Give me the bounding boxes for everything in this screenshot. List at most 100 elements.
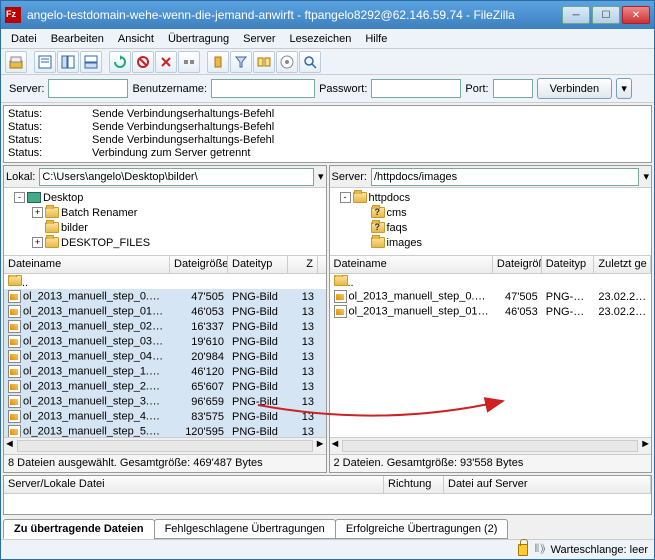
process-queue-icon[interactable] <box>132 51 154 73</box>
toggle-tree-icon[interactable] <box>57 51 79 73</box>
col-mod[interactable]: Zuletzt ge <box>594 256 651 273</box>
remote-label: Server: <box>332 171 367 183</box>
tab-queued[interactable]: Zu übertragende Dateien <box>3 519 155 539</box>
cancel-icon[interactable] <box>155 51 177 73</box>
titlebar[interactable]: angelo-testdomain-wehe-wenn-die-jemand-a… <box>1 1 654 29</box>
col-localfile[interactable]: Server/Lokale Datei <box>4 476 384 493</box>
menu-ansicht[interactable]: Ansicht <box>112 31 160 47</box>
local-list-header[interactable]: Dateiname Dateigröße Dateityp Z <box>4 256 326 274</box>
user-label: Benutzername: <box>132 83 207 95</box>
remote-file-list[interactable]: .. ol_2013_manuell_step_0.png 47'505 PNG… <box>330 274 652 437</box>
menu-datei[interactable]: Datei <box>5 31 43 47</box>
local-tree[interactable]: -Desktop+Batch Renamerbilder+DESKTOP_FIL… <box>4 188 326 256</box>
file-row[interactable]: ol_2013_manuell_step_5.png 120'595 PNG-B… <box>4 424 326 437</box>
toggle-log-icon[interactable] <box>34 51 56 73</box>
toolbar <box>1 49 654 75</box>
local-path-input[interactable] <box>39 168 314 186</box>
file-row[interactable]: ol_2013_manuell_step_01.png 46'053 PNG-B… <box>4 304 326 319</box>
window-title: angelo-testdomain-wehe-wenn-die-jemand-a… <box>27 8 562 22</box>
toggle-queue-icon[interactable] <box>80 51 102 73</box>
username-input[interactable] <box>211 79 315 98</box>
chevron-down-icon[interactable]: ▾ <box>643 170 649 183</box>
tab-successful[interactable]: Erfolgreiche Übertragungen (2) <box>335 519 509 539</box>
file-row[interactable]: ol_2013_manuell_step_1.png 46'120 PNG-Bi… <box>4 364 326 379</box>
file-row[interactable]: ol_2013_manuell_step_2.png 65'607 PNG-Bi… <box>4 379 326 394</box>
quickconnect-dropdown[interactable]: ▾ <box>616 78 632 99</box>
col-type[interactable]: Dateityp <box>228 256 288 273</box>
tree-node[interactable]: cms <box>332 205 650 220</box>
menu-server[interactable]: Server <box>237 31 281 47</box>
remote-tree[interactable]: -httpdocscmsfaqsimages <box>330 188 652 256</box>
file-row[interactable]: ol_2013_manuell_step_0.png 47'505 PNG-Bi… <box>4 289 326 304</box>
tree-node[interactable]: images <box>332 235 650 250</box>
tree-expander[interactable]: + <box>32 237 43 248</box>
tree-node[interactable]: +Batch Renamer <box>6 205 324 220</box>
file-row[interactable]: ol_2013_manuell_step_0.png 47'505 PNG-Bi… <box>330 289 652 304</box>
file-row[interactable]: .. <box>330 274 652 289</box>
transfer-queue[interactable]: Server/Lokale Datei Richtung Datei auf S… <box>3 475 652 515</box>
tree-expander[interactable]: - <box>14 192 25 203</box>
statusbar: ⫴ ⟫ Warteschlange: leer <box>1 539 654 559</box>
col-size[interactable]: Dateigröße <box>493 256 542 273</box>
tab-failed[interactable]: Fehlgeschlagene Übertragungen <box>154 519 336 539</box>
maximize-button[interactable]: ☐ <box>592 6 620 24</box>
col-name[interactable]: Dateiname <box>330 256 493 273</box>
tree-expander[interactable]: - <box>340 192 351 203</box>
png-file-icon <box>8 365 21 378</box>
file-row[interactable]: ol_2013_manuell_step_02.png 16'337 PNG-B… <box>4 319 326 334</box>
remote-path-input[interactable] <box>371 168 640 186</box>
local-file-list[interactable]: .. ol_2013_manuell_step_0.png 47'505 PNG… <box>4 274 326 437</box>
file-row[interactable]: .. <box>4 274 326 289</box>
png-file-icon <box>8 380 21 393</box>
filter-icon[interactable] <box>230 51 252 73</box>
compare-icon[interactable] <box>253 51 275 73</box>
reconnect-icon[interactable] <box>207 51 229 73</box>
local-status: 8 Dateien ausgewählt. Gesamtgröße: 469'4… <box>4 454 326 472</box>
file-row[interactable]: ol_2013_manuell_step_3.png 96'659 PNG-Bi… <box>4 394 326 409</box>
col-direction[interactable]: Richtung <box>384 476 444 493</box>
menu-hilfe[interactable]: Hilfe <box>359 31 393 47</box>
menu-lesezeichen[interactable]: Lesezeichen <box>284 31 358 47</box>
file-row[interactable]: ol_2013_manuell_step_04.png 20'984 PNG-B… <box>4 349 326 364</box>
col-remotefile[interactable]: Datei auf Server <box>444 476 651 493</box>
file-row[interactable]: ol_2013_manuell_step_03.png 19'610 PNG-B… <box>4 334 326 349</box>
disconnect-icon[interactable] <box>178 51 200 73</box>
remote-status: 2 Dateien. Gesamtgröße: 93'558 Bytes <box>330 454 652 472</box>
search-icon[interactable] <box>299 51 321 73</box>
menu-uebertragung[interactable]: Übertragung <box>162 31 235 47</box>
tree-node[interactable]: bilder <box>6 220 324 235</box>
tree-node[interactable]: faqs <box>332 220 650 235</box>
tree-node[interactable]: -httpdocs <box>332 190 650 205</box>
quickconnect-bar: Server: Benutzername: Passwort: Port: Ve… <box>1 75 654 103</box>
file-row[interactable]: ol_2013_manuell_step_4.png 83'575 PNG-Bi… <box>4 409 326 424</box>
tree-node[interactable]: -Desktop <box>6 190 324 205</box>
server-input[interactable] <box>48 79 128 98</box>
tree-expander[interactable]: + <box>32 207 43 218</box>
col-mod[interactable]: Z <box>288 256 318 273</box>
minimize-button[interactable]: ─ <box>562 6 590 24</box>
desktop-icon <box>27 192 41 203</box>
col-size[interactable]: Dateigröße <box>170 256 228 273</box>
local-scrollbar[interactable]: ◄► <box>4 437 326 454</box>
queue-tabs: Zu übertragende Dateien Fehlgeschlagene … <box>1 517 654 539</box>
sitemanager-icon[interactable] <box>5 51 27 73</box>
png-file-icon <box>8 350 21 363</box>
menu-bearbeiten[interactable]: Bearbeiten <box>45 31 110 47</box>
refresh-icon[interactable] <box>109 51 131 73</box>
col-type[interactable]: Dateityp <box>542 256 595 273</box>
close-button[interactable]: ✕ <box>622 6 650 24</box>
local-label: Lokal: <box>6 171 35 183</box>
message-log[interactable]: Status:Sende Verbindungserhaltungs-Befeh… <box>3 105 652 163</box>
file-row[interactable]: ol_2013_manuell_step_01.png 46'053 PNG-B… <box>330 304 652 319</box>
connect-button[interactable]: Verbinden <box>537 78 613 99</box>
col-name[interactable]: Dateiname <box>4 256 170 273</box>
sync-icon[interactable] <box>276 51 298 73</box>
password-input[interactable] <box>371 79 461 98</box>
remote-pane: Server: ▾ -httpdocscmsfaqsimages Dateina… <box>329 165 653 473</box>
lock-icon[interactable] <box>518 544 528 556</box>
remote-list-header[interactable]: Dateiname Dateigröße Dateityp Zuletzt ge <box>330 256 652 274</box>
port-input[interactable] <box>493 79 533 98</box>
chevron-down-icon[interactable]: ▾ <box>318 170 324 183</box>
tree-node[interactable]: +DESKTOP_FILES <box>6 235 324 250</box>
remote-scrollbar[interactable]: ◄► <box>330 437 652 454</box>
